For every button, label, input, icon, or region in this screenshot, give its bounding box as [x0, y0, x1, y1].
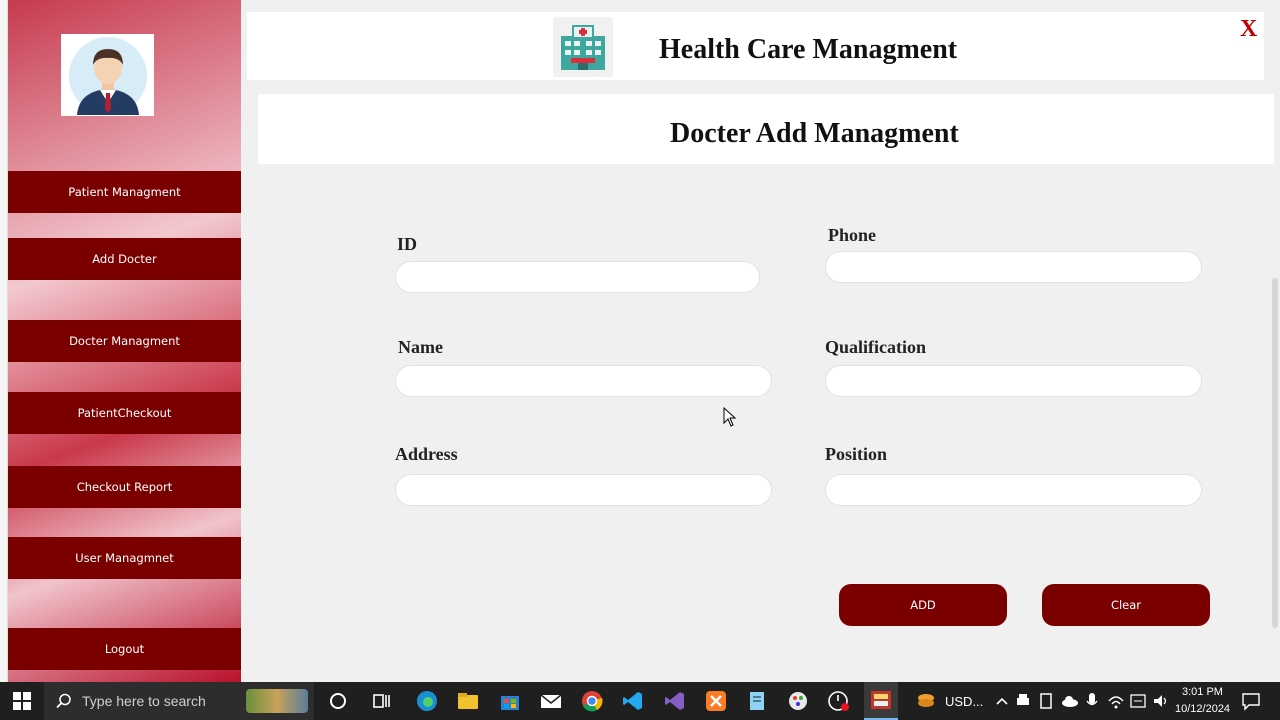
- nav-checkout-report[interactable]: Checkout Report: [8, 466, 241, 508]
- background-window-edge: [0, 0, 8, 682]
- id-label: ID: [397, 234, 418, 254]
- phone-field[interactable]: [825, 251, 1202, 283]
- add-button[interactable]: ADD: [839, 584, 1007, 626]
- onedrive-icon[interactable]: [1060, 689, 1080, 713]
- search-highlight-duck-icon[interactable]: [246, 689, 308, 713]
- edge-icon[interactable]: [415, 689, 439, 713]
- scrollbar-thumb[interactable]: [1272, 278, 1278, 628]
- windows-logo-icon: [13, 692, 31, 710]
- search-icon: [56, 693, 71, 709]
- vscode-icon[interactable]: [621, 689, 645, 713]
- address-label: Address: [395, 444, 458, 464]
- hospital-logo-icon: [553, 17, 613, 77]
- clock-date[interactable]: 10/12/2024: [1175, 703, 1230, 715]
- id-field[interactable]: [395, 261, 760, 293]
- nav-user-managmnet[interactable]: User Managmnet: [8, 537, 241, 579]
- printer-icon[interactable]: [1014, 689, 1032, 713]
- position-label: Position: [825, 444, 888, 464]
- notification-icon[interactable]: [1240, 689, 1262, 713]
- page-title-bar: Docter Add Managment: [258, 94, 1274, 164]
- visual-studio-icon[interactable]: [663, 689, 687, 713]
- app-header: Health Care Managment: [247, 12, 1264, 80]
- windows-taskbar: Type here to search USD... 3:01 PM 10/12…: [0, 682, 1280, 720]
- page-title: Docter Add Managment: [670, 118, 959, 149]
- notepad-icon[interactable]: [745, 689, 769, 713]
- nav-patient-managment[interactable]: Patient Managment: [8, 171, 241, 213]
- xampp-icon[interactable]: [704, 689, 728, 713]
- currency-widget-icon[interactable]: [914, 689, 938, 713]
- avatar: [61, 34, 154, 116]
- start-button[interactable]: [0, 682, 44, 720]
- position-field[interactable]: [825, 474, 1202, 506]
- mouse-cursor-icon: [723, 407, 737, 427]
- name-label: Name: [398, 337, 443, 357]
- cortana-icon[interactable]: [326, 689, 350, 713]
- mail-icon[interactable]: [539, 689, 563, 713]
- paint-icon[interactable]: [786, 689, 810, 713]
- wifi-icon[interactable]: [1106, 689, 1126, 713]
- name-field[interactable]: [395, 365, 772, 397]
- microphone-icon[interactable]: [1083, 689, 1101, 713]
- clock-app-icon[interactable]: [827, 689, 851, 713]
- app-title: Health Care Managment: [659, 34, 958, 65]
- chrome-icon[interactable]: [580, 689, 604, 713]
- microsoft-store-icon[interactable]: [498, 689, 522, 713]
- clear-button[interactable]: Clear: [1042, 584, 1210, 626]
- clock-time[interactable]: 3:01 PM: [1182, 686, 1223, 698]
- phone-label: Phone: [828, 225, 877, 245]
- volume-icon[interactable]: [1151, 689, 1171, 713]
- nav-docter-managment[interactable]: Docter Managment: [8, 320, 241, 362]
- running-app-icon: [871, 691, 891, 709]
- address-field[interactable]: [395, 474, 772, 506]
- qualification-field[interactable]: [825, 365, 1202, 397]
- user-avatar-icon: [68, 37, 147, 115]
- device-icon[interactable]: [1037, 689, 1055, 713]
- close-button[interactable]: X: [1240, 16, 1257, 43]
- qualification-label: Qualification: [825, 337, 927, 357]
- nav-add-docter[interactable]: Add Docter: [8, 238, 241, 280]
- running-app-tab[interactable]: [864, 682, 898, 720]
- nav-logout[interactable]: Logout: [8, 628, 241, 670]
- task-view-icon[interactable]: [370, 689, 394, 713]
- language-icon[interactable]: [1128, 689, 1148, 713]
- search-placeholder: Type here to search: [82, 693, 206, 709]
- currency-widget-text[interactable]: USD...: [945, 694, 983, 709]
- file-explorer-icon[interactable]: [456, 689, 480, 713]
- chevron-up-icon[interactable]: [993, 689, 1011, 713]
- sidebar: Patient Managment Add Docter Docter Mana…: [8, 0, 241, 682]
- nav-patient-checkout[interactable]: PatientCheckout: [8, 392, 241, 434]
